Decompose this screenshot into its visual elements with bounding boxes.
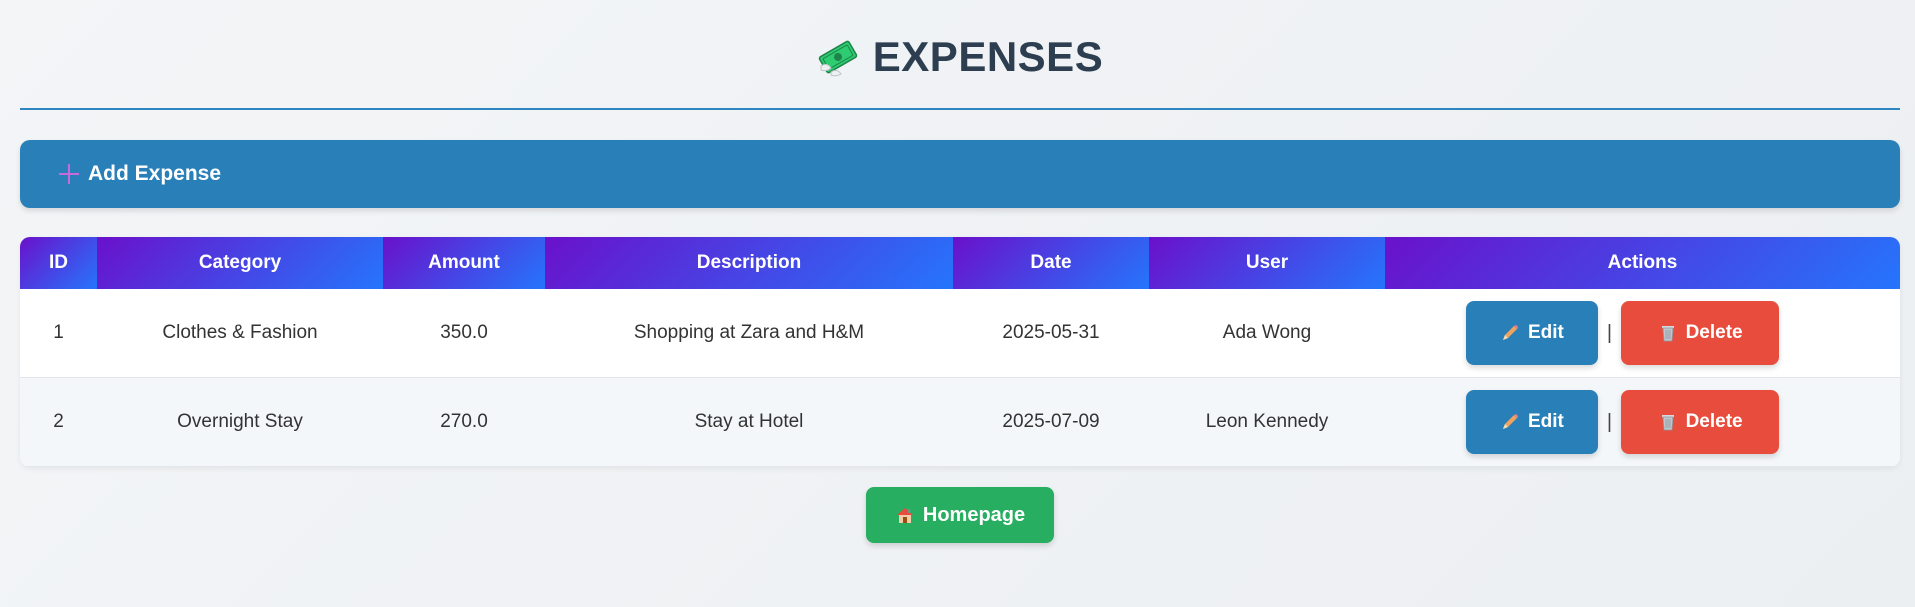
- cell-amount: 270.0: [383, 377, 545, 467]
- wastebasket-icon: [1658, 323, 1678, 343]
- edit-button[interactable]: Edit: [1465, 301, 1598, 365]
- title-wrap: EXPENSES: [817, 33, 1103, 81]
- cell-actions: Edit | Delete: [1385, 289, 1900, 378]
- add-expense-button[interactable]: Add Expense: [20, 140, 1900, 208]
- column-header-amount: Amount: [383, 237, 545, 289]
- cell-description: Stay at Hotel: [545, 377, 953, 467]
- expenses-table: ID Category Amount Description Date User…: [20, 237, 1900, 467]
- cell-category: Overnight Stay: [97, 377, 383, 467]
- column-header-date: Date: [953, 237, 1149, 289]
- money-with-wings-icon: [817, 36, 859, 78]
- cell-description: Shopping at Zara and H&M: [545, 289, 953, 378]
- cell-user: Ada Wong: [1149, 289, 1385, 378]
- cell-id: 1: [20, 289, 97, 378]
- column-header-category: Category: [97, 237, 383, 289]
- page-header: EXPENSES: [20, 0, 1900, 110]
- action-separator: |: [1606, 410, 1613, 433]
- cell-id: 2: [20, 377, 97, 467]
- table-row: 2 Overnight Stay 270.0 Stay at Hotel 202…: [20, 377, 1900, 467]
- homepage-label: Homepage: [922, 503, 1026, 526]
- column-header-user: User: [1149, 237, 1385, 289]
- column-header-description: Description: [545, 237, 953, 289]
- cell-user: Leon Kennedy: [1149, 377, 1385, 467]
- page-title: EXPENSES: [872, 33, 1104, 80]
- delete-button[interactable]: Delete: [1621, 301, 1780, 365]
- cell-category: Clothes & Fashion: [97, 289, 383, 378]
- column-header-actions: Actions: [1385, 237, 1900, 289]
- expenses-table-wrap: ID Category Amount Description Date User…: [20, 237, 1900, 467]
- cell-amount: 350.0: [383, 289, 545, 378]
- edit-label: Edit: [1527, 322, 1564, 343]
- cell-date: 2025-07-09: [953, 377, 1149, 467]
- edit-button[interactable]: Edit: [1465, 390, 1598, 454]
- row-actions: Edit | Delete: [1385, 301, 1900, 365]
- action-separator: |: [1606, 321, 1613, 344]
- delete-button[interactable]: Delete: [1621, 390, 1780, 454]
- edit-label: Edit: [1527, 411, 1564, 432]
- homepage-wrap: Homepage: [20, 487, 1900, 543]
- homepage-button[interactable]: Homepage: [866, 487, 1054, 543]
- expenses-page: EXPENSES Add Expense ID Category Amount: [20, 0, 1900, 543]
- row-actions: Edit | Delete: [1385, 390, 1900, 454]
- delete-label: Delete: [1685, 322, 1743, 343]
- delete-label: Delete: [1685, 411, 1743, 432]
- table-header: ID Category Amount Description Date User…: [20, 237, 1900, 289]
- plus-icon: [58, 163, 80, 185]
- wastebasket-icon: [1658, 412, 1678, 432]
- pencil-icon: [1500, 412, 1520, 432]
- table-row: 1 Clothes & Fashion 350.0 Shopping at Za…: [20, 289, 1900, 378]
- column-header-id: ID: [20, 237, 97, 289]
- pencil-icon: [1500, 323, 1520, 343]
- add-expense-label: Add Expense: [88, 162, 222, 185]
- cell-date: 2025-05-31: [953, 289, 1149, 378]
- cell-actions: Edit | Delete: [1385, 377, 1900, 467]
- house-icon: [895, 505, 915, 525]
